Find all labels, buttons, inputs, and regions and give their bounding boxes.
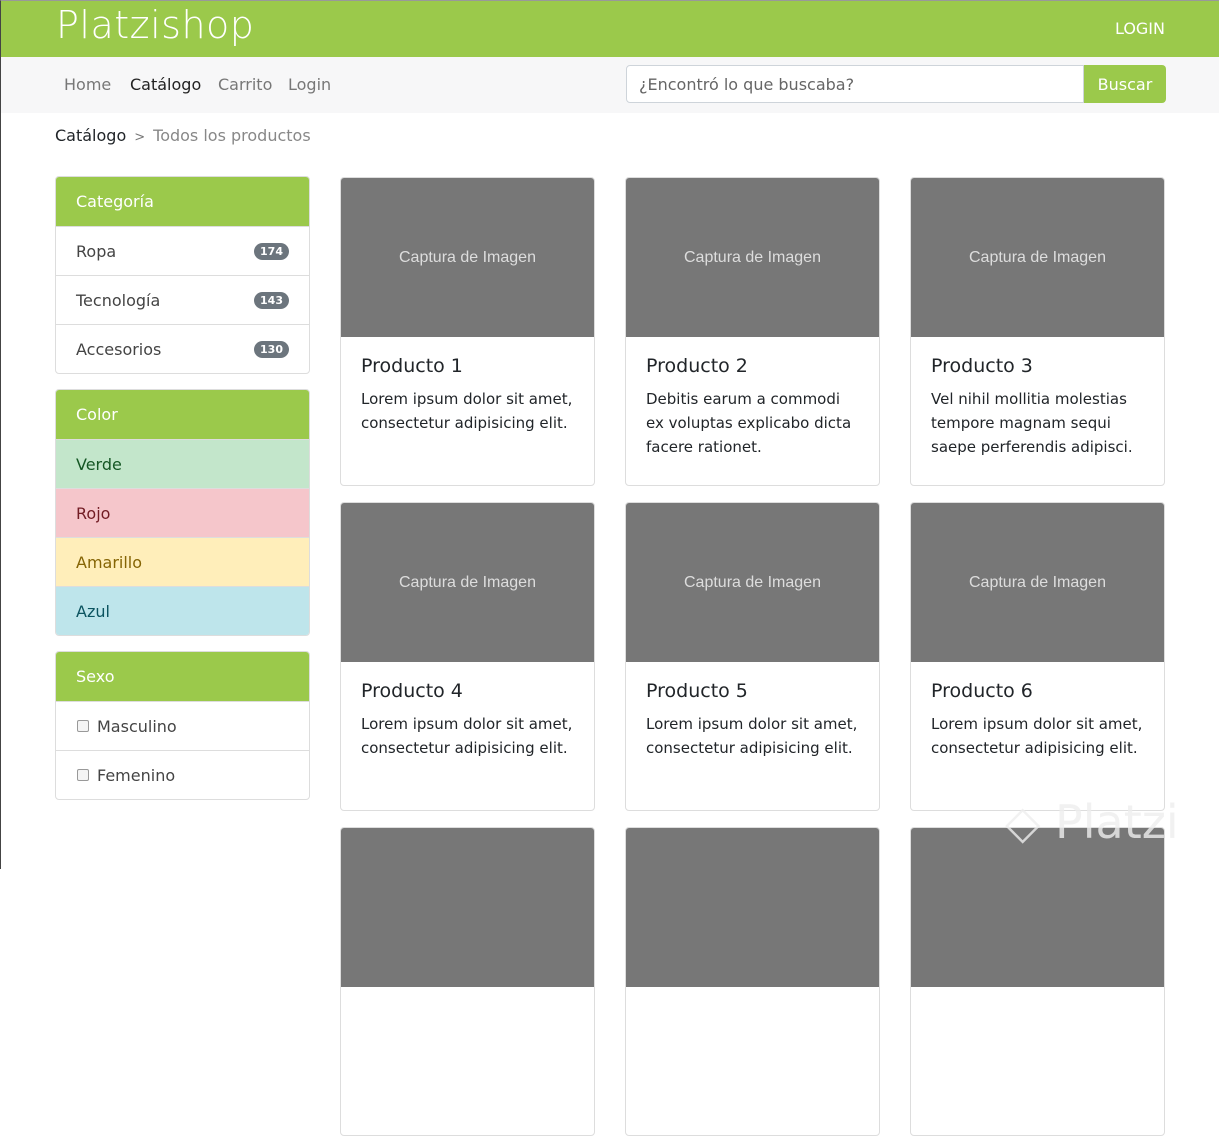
navbar: Home Catálogo Carrito Login Buscar [1,57,1219,113]
product-card[interactable]: Captura de Imagen Producto 4 Lorem ipsum d… [340,502,595,811]
nav-home[interactable]: Home [64,75,111,94]
product-card[interactable] [625,827,880,1136]
search-input[interactable] [626,65,1084,103]
sex-item[interactable]: Masculino [56,701,309,750]
color-item[interactable]: Verde [56,439,309,488]
search-form: Buscar [626,65,1166,103]
product-image: Captura de Imagen [626,503,879,662]
product-description: Lorem ipsum dolor sit amet, consectetur … [931,715,1143,757]
color-item[interactable]: Azul [56,586,309,635]
product-description: Vel nihil mollitia molestias tempore mag… [931,390,1133,456]
nav-login[interactable]: Login [288,75,331,94]
product-image [626,828,879,987]
category-item[interactable]: Ropa 174 [56,226,309,275]
product-card[interactable]: Captura de Imagen Producto 2 Debitis earum… [625,177,880,486]
count-badge: 143 [254,291,289,309]
brand-logo[interactable]: Platzishop [56,3,254,47]
color-label: Azul [76,601,110,621]
search-button[interactable]: Buscar [1084,65,1166,103]
count-badge: 130 [254,340,289,358]
product-description [626,1005,879,1015]
product-image [341,828,594,987]
product-image [911,828,1164,987]
product-image: Captura de Imagen [341,178,594,337]
product-description [911,1005,1164,1015]
product-title: Producto 6 [931,680,1033,702]
breadcrumb: Catálogo > Todos los productos [55,126,311,145]
product-description: Lorem ipsum dolor sit amet, consectetur … [361,390,573,432]
color-label: Amarillo [76,552,143,572]
product-title [341,987,594,1005]
product-card[interactable]: Captura de Imagen Producto 5 Lorem ipsum d… [625,502,880,811]
checkbox[interactable] [77,720,89,732]
category-label: Ropa [76,241,117,261]
product-card[interactable] [910,827,1165,1136]
count-badge: 174 [254,242,289,260]
product-description: Debitis earum a commodi ex voluptas expl… [646,390,852,456]
sex-label: Masculino [97,716,177,736]
category-label: Accesorios [76,339,162,359]
product-card[interactable] [340,827,595,1136]
sex-filter: Sexo Masculino Femenino [55,651,310,800]
sex-label: Femenino [97,765,176,785]
platzi-watermark: ◇ Platzi [1005,795,1179,849]
product-image: Captura de Imagen [341,503,594,662]
category-item[interactable]: Tecnología 143 [56,275,309,324]
nav-catalogo[interactable]: Catálogo [130,75,201,94]
breadcrumb-current: Todos los productos [153,126,311,145]
product-title: Producto 5 [646,680,748,702]
product-title: Producto 4 [361,680,463,702]
product-card[interactable]: Captura de Imagen Producto 6 Lorem ipsum d… [910,502,1165,811]
product-title [911,987,1164,1005]
product-description: Lorem ipsum dolor sit amet, consectetur … [646,715,858,757]
login-link[interactable]: LOGIN [1115,19,1165,38]
product-card[interactable]: Captura de Imagen Producto 1 Lorem ipsum d… [340,177,595,486]
product-title: Producto 3 [931,355,1033,377]
color-item[interactable]: Amarillo [56,537,309,586]
category-label: Tecnología [76,290,161,310]
category-item[interactable]: Accesorios 130 [56,324,309,373]
sex-item[interactable]: Femenino [56,750,309,799]
nav-carrito[interactable]: Carrito [218,75,272,94]
product-image: Captura de Imagen [626,178,879,337]
category-header: Categoría [56,177,309,226]
top-header: Platzishop LOGIN [1,1,1219,57]
product-image: Captura de Imagen [911,178,1164,337]
color-item[interactable]: Rojo [56,488,309,537]
product-image: Captura de Imagen [911,503,1164,662]
color-filter: Color Verde Rojo Amarillo Azul [55,389,310,636]
product-title [626,987,879,1005]
checkbox[interactable] [77,769,89,781]
color-label: Verde [76,454,122,474]
product-description: Lorem ipsum dolor sit amet, consectetur … [361,715,573,757]
product-card[interactable]: Captura de Imagen Producto 3 Vel nihil mol… [910,177,1165,486]
product-title: Producto 2 [646,355,748,377]
breadcrumb-parent[interactable]: Catálogo [55,126,126,145]
product-title: Producto 1 [361,355,463,377]
color-label: Rojo [76,503,111,523]
breadcrumb-separator: > [134,130,146,145]
color-header: Color [56,390,309,439]
sex-header: Sexo [56,652,309,701]
product-description [341,1005,594,1015]
category-filter: Categoría Ropa 174 Tecnología 143 Accesorios… [55,176,310,374]
